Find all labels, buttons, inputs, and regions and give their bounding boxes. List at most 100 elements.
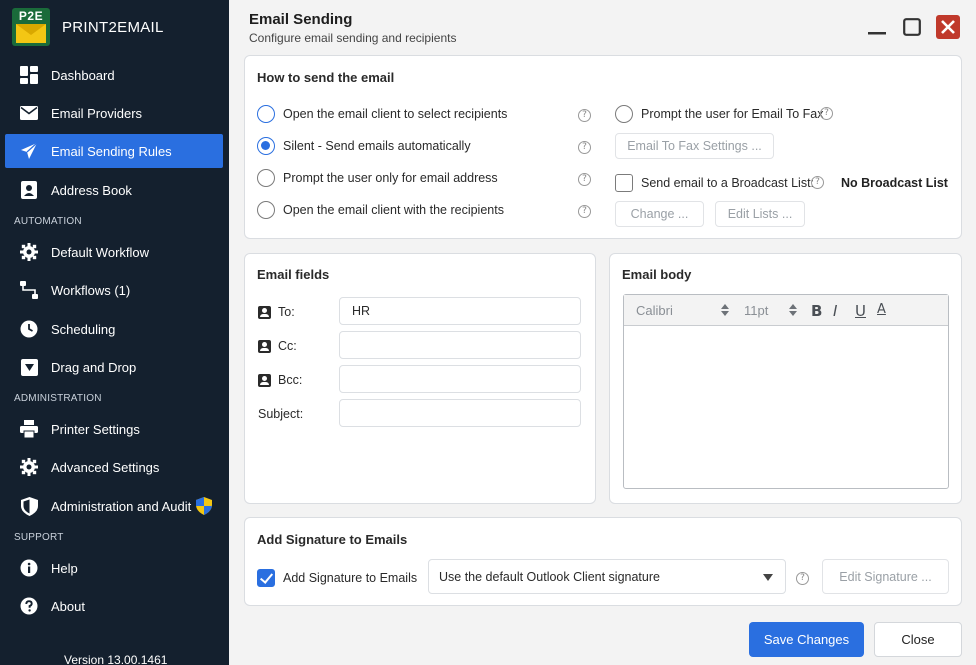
paper-plane-icon — [20, 142, 38, 160]
uac-shield-icon — [196, 497, 213, 515]
section-label-administration: ADMINISTRATION — [14, 393, 102, 404]
section-label-automation: AUTOMATION — [14, 216, 82, 227]
sidebar-item-email-sending-rules[interactable]: Email Sending Rules — [5, 134, 223, 168]
sidebar-item-label: About — [51, 598, 85, 614]
signature-title: Add Signature to Emails — [257, 532, 408, 547]
shield-icon — [20, 496, 38, 516]
signature-panel: Add Signature to Emails Add Signature to… — [244, 517, 962, 606]
radio-open-client-select[interactable]: Open the email client to select recipien… — [257, 105, 507, 123]
font-color-button[interactable]: A — [877, 302, 886, 317]
radio-indicator[interactable] — [257, 201, 275, 219]
radio-indicator[interactable] — [257, 137, 275, 155]
sidebar-item-administration-and-audit[interactable]: Administration and Audit — [5, 489, 223, 523]
email-fields-panel: Email fields To: Cc: Bcc: Subject: — [244, 253, 596, 504]
help-icon[interactable]: ? — [578, 109, 591, 122]
version-label: Version 13.00.1461 — [64, 653, 168, 665]
cc-field-label-row: Cc: — [258, 339, 297, 353]
help-icon[interactable]: ? — [796, 572, 809, 585]
maximize-button[interactable] — [901, 16, 923, 38]
radio-indicator[interactable] — [257, 169, 275, 187]
broadcast-checkbox[interactable] — [615, 174, 633, 192]
contact-icon[interactable] — [258, 339, 271, 353]
to-input[interactable] — [339, 297, 581, 325]
sidebar-item-dashboard[interactable]: Dashboard — [5, 58, 223, 92]
underline-button[interactable]: U — [855, 302, 866, 320]
brand: P2E PRINT2EMAIL — [12, 8, 164, 46]
dashboard-icon — [20, 66, 38, 84]
sidebar-item-label: Workflows (1) — [51, 282, 131, 298]
sidebar-item-label: Scheduling — [51, 321, 116, 337]
close-button[interactable]: Close — [874, 622, 962, 657]
change-broadcast-button[interactable]: Change ... — [615, 201, 704, 227]
edit-signature-button[interactable]: Edit Signature ... — [822, 559, 949, 594]
minimize-button[interactable] — [866, 16, 888, 38]
size-spinner-icon[interactable] — [789, 304, 797, 316]
radio-open-client-recipients[interactable]: Open the email client with the recipient… — [257, 201, 504, 219]
font-spinner-icon[interactable] — [721, 304, 729, 316]
sidebar-item-printer-settings[interactable]: Printer Settings — [5, 412, 223, 446]
contact-icon[interactable] — [258, 305, 271, 319]
workflow-icon — [20, 281, 38, 299]
app-logo-text: P2E — [18, 9, 44, 23]
sidebar-item-label: Address Book — [51, 182, 132, 198]
bcc-input[interactable] — [339, 365, 581, 393]
sidebar-item-scheduling[interactable]: Scheduling — [5, 312, 223, 346]
sidebar-item-label: Printer Settings — [51, 421, 140, 437]
sidebar-item-email-providers[interactable]: Email Providers — [5, 96, 223, 130]
sidebar-item-advanced-settings[interactable]: Advanced Settings — [5, 450, 223, 484]
question-icon — [20, 597, 38, 615]
email-body-editor[interactable]: Calibri 11pt B I U A — [623, 294, 949, 489]
radio-indicator[interactable] — [257, 105, 275, 123]
add-signature-checkbox[interactable] — [257, 569, 275, 587]
how-to-send-panel: How to send the email Open the email cli… — [244, 55, 962, 239]
sidebar-item-drag-and-drop[interactable]: Drag and Drop — [5, 350, 223, 384]
section-label-support: SUPPORT — [14, 532, 64, 543]
italic-button[interactable]: I — [833, 302, 837, 320]
edit-lists-button[interactable]: Edit Lists ... — [715, 201, 805, 227]
printer-icon — [20, 420, 38, 438]
page-subtitle: Configure email sending and recipients — [249, 31, 457, 45]
help-icon[interactable]: ? — [578, 173, 591, 186]
how-to-send-title: How to send the email — [257, 70, 395, 85]
subject-input[interactable] — [339, 399, 581, 427]
sidebar-item-about[interactable]: About — [5, 589, 223, 623]
email-to-fax-settings-button[interactable]: Email To Fax Settings ... — [615, 133, 774, 159]
sidebar-item-address-book[interactable]: Address Book — [5, 173, 223, 207]
radio-label: Silent - Send emails automatically — [283, 139, 471, 153]
broadcast-value: No Broadcast List — [841, 176, 948, 190]
gear-icon — [20, 458, 38, 476]
subject-label: Subject: — [258, 407, 304, 421]
help-icon[interactable]: ? — [578, 205, 591, 218]
cc-input[interactable] — [339, 331, 581, 359]
font-select[interactable]: Calibri — [636, 303, 673, 318]
broadcast-list-checkbox-row[interactable]: Send email to a Broadcast List: — [615, 174, 814, 192]
radio-prompt-email-to-fax[interactable]: Prompt the user for Email To Fax — [615, 105, 823, 123]
help-icon[interactable]: ? — [811, 176, 824, 189]
page-title: Email Sending — [249, 11, 353, 28]
subject-field-label-row: Subject: — [258, 407, 303, 421]
signature-dropdown[interactable]: Use the default Outlook Client signature — [428, 559, 786, 594]
save-changes-button[interactable]: Save Changes — [749, 622, 864, 657]
contact-icon[interactable] — [258, 373, 271, 387]
drag-drop-icon — [20, 358, 38, 376]
to-field-label-row: To: — [258, 305, 295, 319]
radio-prompt-email-address[interactable]: Prompt the user only for email address — [257, 169, 498, 187]
maximize-icon — [903, 18, 921, 36]
radio-indicator[interactable] — [615, 105, 633, 123]
sidebar-item-workflows[interactable]: Workflows (1) — [5, 273, 223, 307]
contact-card-icon — [20, 181, 38, 199]
radio-silent-send[interactable]: Silent - Send emails automatically — [257, 137, 471, 155]
sidebar-item-help[interactable]: Help — [5, 551, 223, 585]
bold-button[interactable]: B — [811, 302, 822, 320]
radio-label: Prompt the user only for email address — [283, 171, 498, 185]
font-size-select[interactable]: 11pt — [744, 303, 768, 318]
add-signature-checkbox-row[interactable]: Add Signature to Emails — [257, 569, 417, 587]
help-icon[interactable]: ? — [578, 141, 591, 154]
close-window-button[interactable] — [936, 15, 960, 39]
help-icon[interactable]: ? — [820, 107, 833, 120]
bcc-field-label-row: Bcc: — [258, 373, 302, 387]
sidebar-item-default-workflow[interactable]: Default Workflow — [5, 235, 223, 269]
sidebar-item-label: Drag and Drop — [51, 359, 137, 375]
radio-label: Open the email client to select recipien… — [283, 107, 508, 121]
clock-icon — [20, 320, 38, 338]
